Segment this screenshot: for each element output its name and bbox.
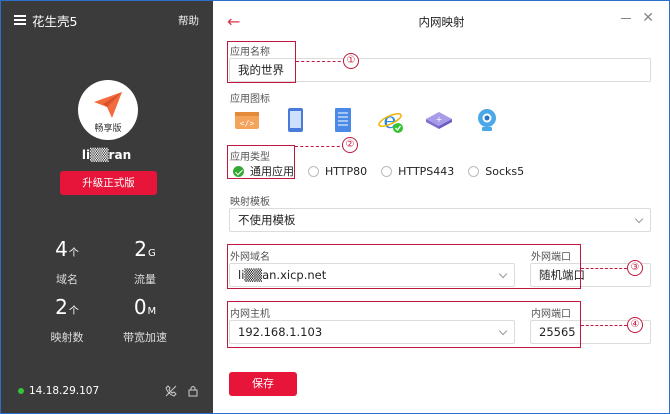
page-title: 内网映射 (418, 15, 465, 29)
radio-label: Socks5 (485, 164, 525, 178)
svg-text:</>: </> (240, 119, 255, 128)
stat-label: 映射数 (50, 331, 84, 344)
radio-label: HTTP80 (325, 164, 368, 178)
radio-socks5[interactable]: Socks5 (468, 165, 524, 178)
stat-label: 域名 (56, 273, 78, 286)
sidebar-topbar: 花生壳5 帮助 (14, 10, 199, 30)
annotation-line-4 (581, 325, 627, 326)
annotation-line-2 (295, 146, 345, 147)
stat-value: 2 (55, 295, 68, 319)
app-title: 花生壳5 (32, 13, 78, 29)
annotation-line-3 (581, 268, 627, 269)
radio-circle-icon (381, 165, 393, 177)
annotation-box-4 (227, 301, 581, 348)
stat-value: 2 (134, 237, 147, 261)
paper-plane-icon (94, 92, 122, 118)
sidebar: 花生壳5 帮助 畅享版 li▒▒ran 升级正式版 4个 域名 2G 流量 2个… (0, 0, 213, 414)
minimize-icon[interactable] (620, 12, 632, 24)
annotation-marker-1: ① (343, 53, 359, 69)
main-panel: ← 内网映射 ✕ 应用名称 我的世界 应用图标 </> e + 应用类型 通用应… (213, 0, 670, 414)
stat-unit: 个 (68, 306, 79, 317)
stat-unit: 个 (68, 248, 79, 259)
online-dot-icon (18, 388, 24, 394)
stat-bandwidth: 0M 带宽加速 (110, 296, 180, 345)
app-icon-label: 应用图标 (230, 94, 270, 105)
help-link[interactable]: 帮助 (178, 13, 199, 28)
avatar[interactable]: 畅享版 (78, 80, 138, 140)
annotation-marker-4: ④ (627, 317, 643, 333)
document-icon[interactable] (329, 106, 357, 134)
ip-address: 14.18.29.107 (29, 385, 100, 397)
router-icon[interactable]: + (425, 106, 453, 134)
edition-badge: 畅享版 (94, 124, 122, 134)
stat-traffic: 2G 流量 (110, 238, 180, 287)
annotation-marker-3: ③ (627, 260, 643, 276)
stat-unit: M (147, 306, 157, 317)
annotation-line-1 (296, 61, 346, 62)
template-label: 映射模板 (230, 197, 270, 208)
upgrade-button[interactable]: 升级正式版 (60, 171, 157, 195)
lock-icon[interactable] (187, 385, 199, 397)
radio-circle-icon (308, 165, 319, 177)
sidebar-footer: 14.18.29.107 (18, 384, 199, 398)
tablet-icon[interactable] (281, 106, 309, 134)
username: li▒▒ran (81, 148, 132, 162)
chevron-down-icon (634, 214, 644, 224)
stat-label: 带宽加速 (123, 331, 167, 344)
save-button[interactable]: 保存 (229, 372, 297, 396)
annotation-box-2 (227, 145, 295, 179)
radio-label: HTTPS443 (398, 164, 455, 178)
annotation-marker-2: ② (342, 137, 358, 153)
stat-unit: G (147, 248, 156, 259)
webcam-icon[interactable] (473, 106, 501, 134)
app-icon-picker: </> e + (233, 106, 521, 134)
menu-icon[interactable] (14, 15, 26, 25)
template-value: 不使用模板 (238, 213, 296, 227)
ie-icon[interactable]: e (377, 106, 405, 134)
stat-value: 4 (55, 237, 68, 261)
stat-label: 流量 (134, 273, 156, 286)
phone-off-icon[interactable] (165, 385, 177, 397)
app-title-group: 花生壳5 (14, 11, 77, 30)
annotation-box-3 (227, 244, 581, 289)
radio-circle-icon (468, 165, 480, 177)
radio-https443[interactable]: HTTPS443 (381, 165, 454, 178)
svg-text:+: + (436, 115, 443, 124)
code-icon[interactable]: </> (233, 106, 261, 134)
ip-status: 14.18.29.107 (18, 385, 99, 397)
close-icon[interactable]: ✕ (642, 10, 654, 26)
stat-value: 0 (133, 295, 147, 319)
annotation-box-1 (227, 41, 296, 83)
radio-http80[interactable]: HTTP80 (308, 165, 367, 178)
template-select[interactable]: 不使用模板 (229, 208, 651, 232)
stat-mappings: 2个 映射数 (32, 296, 102, 345)
stat-domains: 4个 域名 (32, 238, 102, 287)
